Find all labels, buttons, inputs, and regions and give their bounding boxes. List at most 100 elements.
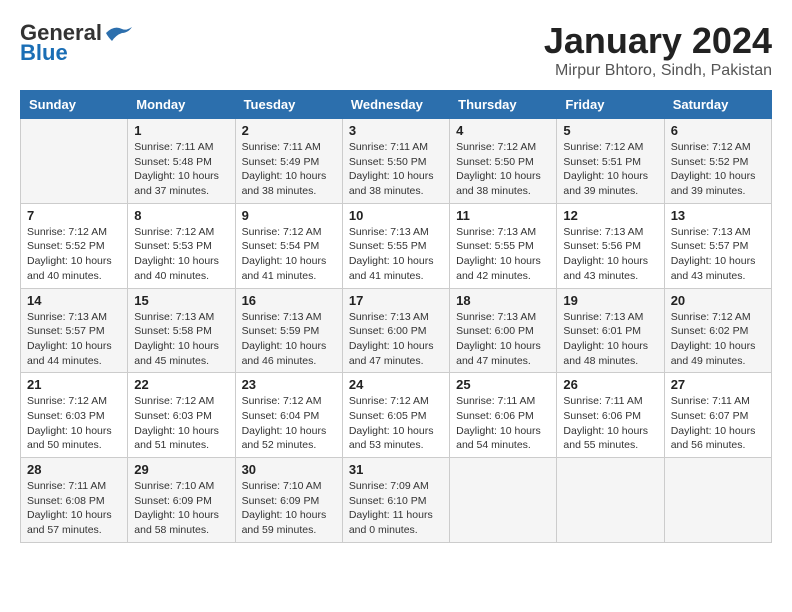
- day-info: Sunrise: 7:11 AM Sunset: 6:08 PM Dayligh…: [27, 479, 121, 538]
- day-number: 12: [563, 208, 657, 223]
- day-info: Sunrise: 7:09 AM Sunset: 6:10 PM Dayligh…: [349, 479, 443, 538]
- calendar-cell: [557, 458, 664, 543]
- day-number: 6: [671, 123, 765, 138]
- day-number: 14: [27, 293, 121, 308]
- calendar-week-row: 1 Sunrise: 7:11 AM Sunset: 5:48 PM Daylig…: [21, 119, 772, 204]
- day-number: 27: [671, 377, 765, 392]
- day-number: 10: [349, 208, 443, 223]
- day-info: Sunrise: 7:10 AM Sunset: 6:09 PM Dayligh…: [134, 479, 228, 538]
- calendar-cell: 18 Sunrise: 7:13 AM Sunset: 6:00 PM Dayli…: [450, 288, 557, 373]
- day-info: Sunrise: 7:12 AM Sunset: 6:05 PM Dayligh…: [349, 394, 443, 453]
- day-info: Sunrise: 7:12 AM Sunset: 6:03 PM Dayligh…: [27, 394, 121, 453]
- calendar-cell: 13 Sunrise: 7:13 AM Sunset: 5:57 PM Dayli…: [664, 203, 771, 288]
- calendar-cell: 1 Sunrise: 7:11 AM Sunset: 5:48 PM Daylig…: [128, 119, 235, 204]
- day-info: Sunrise: 7:12 AM Sunset: 5:51 PM Dayligh…: [563, 140, 657, 199]
- day-info: Sunrise: 7:11 AM Sunset: 5:50 PM Dayligh…: [349, 140, 443, 199]
- day-of-week-header: Monday: [128, 91, 235, 119]
- calendar-cell: 30 Sunrise: 7:10 AM Sunset: 6:09 PM Dayli…: [235, 458, 342, 543]
- day-info: Sunrise: 7:13 AM Sunset: 5:57 PM Dayligh…: [27, 310, 121, 369]
- calendar-cell: [664, 458, 771, 543]
- calendar-cell: 19Sunrise: 7:13 AM Sunset: 6:01 PM Dayli…: [557, 288, 664, 373]
- calendar-cell: 29 Sunrise: 7:10 AM Sunset: 6:09 PM Dayli…: [128, 458, 235, 543]
- day-of-week-header: Friday: [557, 91, 664, 119]
- day-number: 25: [456, 377, 550, 392]
- calendar-cell: [21, 119, 128, 204]
- day-info: Sunrise: 7:13 AM Sunset: 5:57 PM Dayligh…: [671, 225, 765, 284]
- day-number: 2: [242, 123, 336, 138]
- calendar-cell: 22 Sunrise: 7:12 AM Sunset: 6:03 PM Dayli…: [128, 373, 235, 458]
- calendar-week-row: 7 Sunrise: 7:12 AM Sunset: 5:52 PM Daylig…: [21, 203, 772, 288]
- calendar-cell: 8Sunrise: 7:12 AM Sunset: 5:53 PM Daylig…: [128, 203, 235, 288]
- day-number: 15: [134, 293, 228, 308]
- day-number: 13: [671, 208, 765, 223]
- calendar-cell: 31 Sunrise: 7:09 AM Sunset: 6:10 PM Dayli…: [342, 458, 449, 543]
- day-number: 28: [27, 462, 121, 477]
- day-info: Sunrise: 7:11 AM Sunset: 5:48 PM Dayligh…: [134, 140, 228, 199]
- calendar-cell: 14 Sunrise: 7:13 AM Sunset: 5:57 PM Dayli…: [21, 288, 128, 373]
- day-info: Sunrise: 7:13 AM Sunset: 5:55 PM Dayligh…: [456, 225, 550, 284]
- day-number: 9: [242, 208, 336, 223]
- day-number: 30: [242, 462, 336, 477]
- day-info: Sunrise: 7:10 AM Sunset: 6:09 PM Dayligh…: [242, 479, 336, 538]
- day-info: Sunrise: 7:12 AM Sunset: 6:04 PM Dayligh…: [242, 394, 336, 453]
- day-number: 3: [349, 123, 443, 138]
- calendar-cell: 10 Sunrise: 7:13 AM Sunset: 5:55 PM Dayli…: [342, 203, 449, 288]
- calendar-week-row: 14 Sunrise: 7:13 AM Sunset: 5:57 PM Dayli…: [21, 288, 772, 373]
- day-info: Sunrise: 7:12 AM Sunset: 5:52 PM Dayligh…: [671, 140, 765, 199]
- day-info: Sunrise: 7:13 AM Sunset: 5:59 PM Dayligh…: [242, 310, 336, 369]
- logo-blue-text: Blue: [20, 40, 68, 66]
- day-of-week-header: Wednesday: [342, 91, 449, 119]
- day-info: Sunrise: 7:13 AM Sunset: 5:55 PM Dayligh…: [349, 225, 443, 284]
- calendar-cell: 24 Sunrise: 7:12 AM Sunset: 6:05 PM Dayli…: [342, 373, 449, 458]
- day-number: 23: [242, 377, 336, 392]
- calendar-cell: 25 Sunrise: 7:11 AM Sunset: 6:06 PM Dayli…: [450, 373, 557, 458]
- day-info: Sunrise: 7:11 AM Sunset: 5:49 PM Dayligh…: [242, 140, 336, 199]
- day-of-week-header: Thursday: [450, 91, 557, 119]
- day-number: 1: [134, 123, 228, 138]
- calendar-cell: 15Sunrise: 7:13 AM Sunset: 5:58 PM Dayli…: [128, 288, 235, 373]
- calendar-cell: 2 Sunrise: 7:11 AM Sunset: 5:49 PM Daylig…: [235, 119, 342, 204]
- day-info: Sunrise: 7:13 AM Sunset: 6:00 PM Dayligh…: [349, 310, 443, 369]
- calendar-cell: 6 Sunrise: 7:12 AM Sunset: 5:52 PM Daylig…: [664, 119, 771, 204]
- day-number: 31: [349, 462, 443, 477]
- day-info: Sunrise: 7:11 AM Sunset: 6:06 PM Dayligh…: [456, 394, 550, 453]
- day-number: 24: [349, 377, 443, 392]
- day-number: 5: [563, 123, 657, 138]
- calendar-cell: 3 Sunrise: 7:11 AM Sunset: 5:50 PM Daylig…: [342, 119, 449, 204]
- day-number: 18: [456, 293, 550, 308]
- title-block: January 2024 Mirpur Bhtoro, Sindh, Pakis…: [544, 20, 772, 80]
- calendar-cell: 4 Sunrise: 7:12 AM Sunset: 5:50 PM Daylig…: [450, 119, 557, 204]
- calendar-cell: 27 Sunrise: 7:11 AM Sunset: 6:07 PM Dayli…: [664, 373, 771, 458]
- day-info: Sunrise: 7:12 AM Sunset: 5:52 PM Dayligh…: [27, 225, 121, 284]
- calendar-cell: 12Sunrise: 7:13 AM Sunset: 5:56 PM Dayli…: [557, 203, 664, 288]
- day-number: 20: [671, 293, 765, 308]
- calendar-header-row: SundayMondayTuesdayWednesdayThursdayFrid…: [21, 91, 772, 119]
- page-header: General Blue January 2024 Mirpur Bhtoro,…: [20, 20, 772, 80]
- day-of-week-header: Sunday: [21, 91, 128, 119]
- calendar-cell: 5 Sunrise: 7:12 AM Sunset: 5:51 PM Daylig…: [557, 119, 664, 204]
- day-number: 17: [349, 293, 443, 308]
- day-number: 4: [456, 123, 550, 138]
- calendar-cell: 17 Sunrise: 7:13 AM Sunset: 6:00 PM Dayli…: [342, 288, 449, 373]
- day-number: 29: [134, 462, 228, 477]
- day-number: 11: [456, 208, 550, 223]
- day-number: 7: [27, 208, 121, 223]
- day-number: 22: [134, 377, 228, 392]
- calendar-cell: 28 Sunrise: 7:11 AM Sunset: 6:08 PM Dayli…: [21, 458, 128, 543]
- calendar-cell: 16Sunrise: 7:13 AM Sunset: 5:59 PM Dayli…: [235, 288, 342, 373]
- calendar-week-row: 21Sunrise: 7:12 AM Sunset: 6:03 PM Dayli…: [21, 373, 772, 458]
- calendar-cell: 26 Sunrise: 7:11 AM Sunset: 6:06 PM Dayli…: [557, 373, 664, 458]
- calendar-cell: 20Sunrise: 7:12 AM Sunset: 6:02 PM Dayli…: [664, 288, 771, 373]
- day-info: Sunrise: 7:12 AM Sunset: 5:50 PM Dayligh…: [456, 140, 550, 199]
- day-info: Sunrise: 7:12 AM Sunset: 5:53 PM Dayligh…: [134, 225, 228, 284]
- day-info: Sunrise: 7:12 AM Sunset: 6:03 PM Dayligh…: [134, 394, 228, 453]
- day-info: Sunrise: 7:13 AM Sunset: 6:00 PM Dayligh…: [456, 310, 550, 369]
- day-info: Sunrise: 7:11 AM Sunset: 6:07 PM Dayligh…: [671, 394, 765, 453]
- calendar-title: January 2024: [544, 20, 772, 62]
- day-number: 26: [563, 377, 657, 392]
- day-info: Sunrise: 7:11 AM Sunset: 6:06 PM Dayligh…: [563, 394, 657, 453]
- logo-bird-icon: [104, 23, 134, 43]
- calendar-cell: 21Sunrise: 7:12 AM Sunset: 6:03 PM Dayli…: [21, 373, 128, 458]
- calendar-cell: [450, 458, 557, 543]
- day-of-week-header: Tuesday: [235, 91, 342, 119]
